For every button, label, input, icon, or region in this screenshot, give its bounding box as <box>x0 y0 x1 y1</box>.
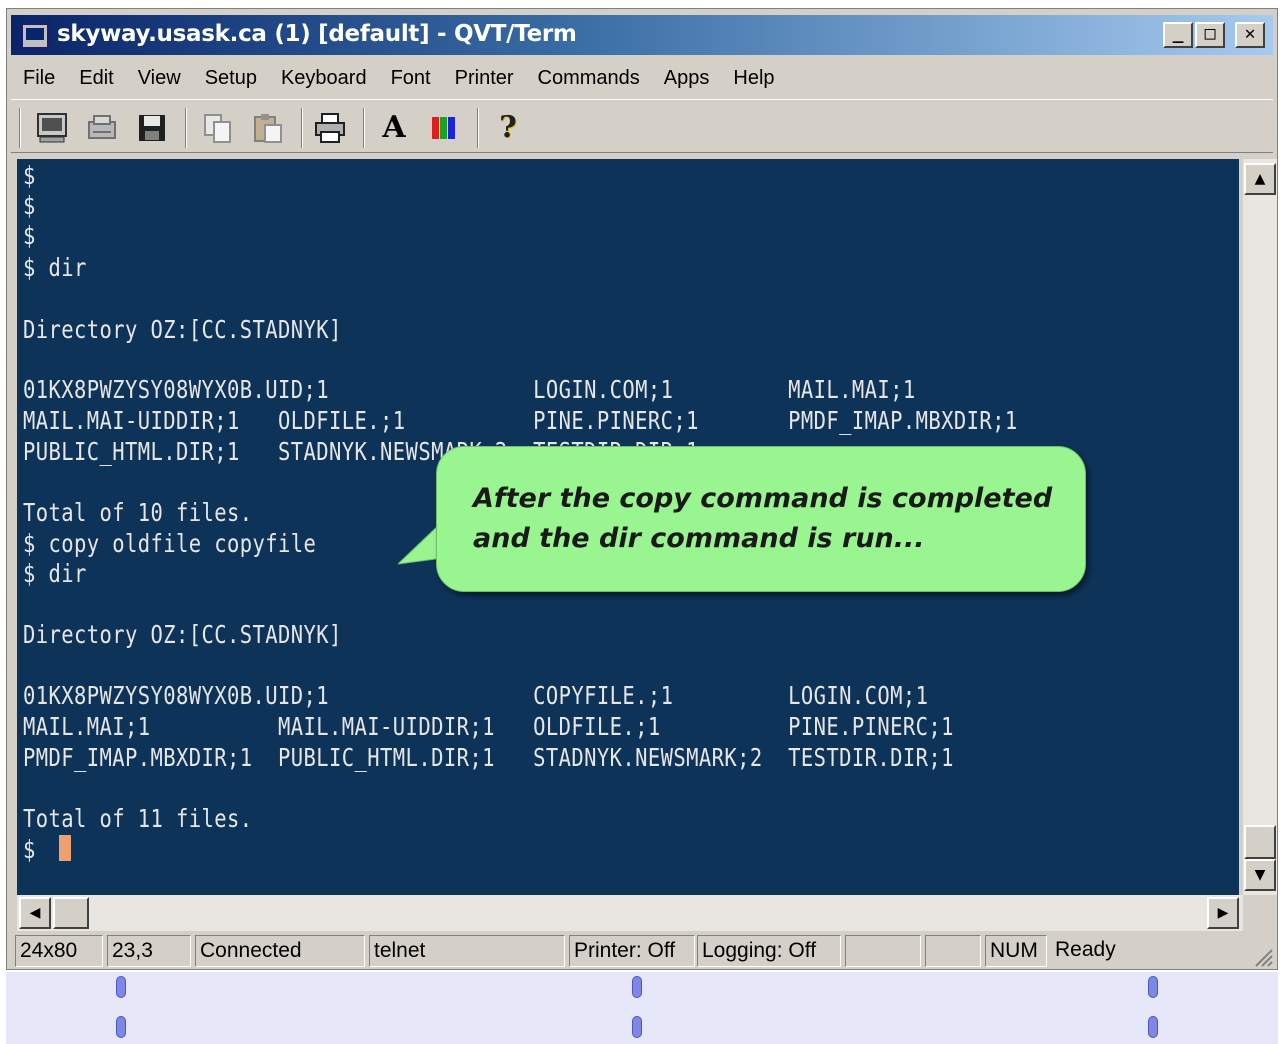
status-ready: Ready <box>1055 938 1116 961</box>
terminal-line: Directory OZ:[CC.STADNYK] <box>23 315 342 344</box>
terminal-icon[interactable] <box>35 112 69 144</box>
terminal-line: $ dir <box>23 559 87 588</box>
menu-edit[interactable]: Edit <box>79 67 113 90</box>
copy-icon[interactable] <box>201 112 235 144</box>
menu-setup[interactable]: Setup <box>205 67 257 90</box>
maximize-button[interactable]: □ <box>1195 22 1225 48</box>
minimize-button[interactable]: _ <box>1163 22 1193 48</box>
menu-file[interactable]: File <box>23 67 55 90</box>
status-num-lock: NUM <box>985 935 1047 967</box>
terminal-line: $ dir <box>23 253 87 282</box>
title-bar[interactable]: skyway.usask.ca (1) [default] - QVT/Term… <box>11 15 1273 55</box>
color-icon[interactable] <box>427 112 461 144</box>
menu-printer[interactable]: Printer <box>455 67 514 90</box>
ruler-marker <box>1148 976 1158 998</box>
horizontal-scrollbar[interactable]: ◀ ▶ <box>17 895 1243 931</box>
terminal-line: $ <box>23 835 36 864</box>
terminal-line: $ <box>23 161 36 190</box>
ruler-marker <box>632 1016 642 1038</box>
terminal-line: 01KX8PWZYSY08WYX0B.UID;1 LOGIN.COM;1 MAI… <box>23 375 916 404</box>
scroll-thumb[interactable] <box>1244 825 1276 859</box>
help-icon[interactable]: ? <box>491 112 525 144</box>
menu-font[interactable]: Font <box>391 67 431 90</box>
menu-keyboard[interactable]: Keyboard <box>281 67 367 90</box>
toolbar-separator <box>477 108 479 148</box>
bottom-background-strip <box>6 972 1278 1044</box>
paste-icon[interactable] <box>251 112 285 144</box>
ruler-marker <box>632 976 642 998</box>
callout-text-line-1: After the copy command is completed <box>473 483 1053 514</box>
menu-apps[interactable]: Apps <box>664 67 710 90</box>
scroll-up-button[interactable]: ▲ <box>1244 163 1276 195</box>
close-button[interactable]: ✕ <box>1235 22 1265 48</box>
terminal-line: $ copy oldfile copyfile <box>23 529 317 558</box>
ruler-marker <box>1148 1016 1158 1038</box>
scroll-left-button[interactable]: ◀ <box>19 897 51 929</box>
scroll-down-button[interactable]: ▼ <box>1244 859 1276 891</box>
window-title: skyway.usask.ca (1) [default] - QVT/Term <box>57 21 577 47</box>
menu-bar: File Edit View Setup Keyboard Font Print… <box>11 59 1273 97</box>
status-cursor-position: 23,3 <box>107 935 191 967</box>
print-icon[interactable] <box>313 112 347 144</box>
status-printer: Printer: Off <box>569 935 695 967</box>
status-logging: Logging: Off <box>697 935 841 967</box>
font-icon[interactable]: A <box>377 112 411 144</box>
toolbar-separator <box>185 108 187 148</box>
toolbar-separator <box>19 108 21 148</box>
menu-help[interactable]: Help <box>733 67 774 90</box>
status-bar: 24x80 23,3 Connected telnet Printer: Off… <box>11 933 1273 969</box>
terminal-line: 01KX8PWZYSY08WYX0B.UID;1 COPYFILE.;1 LOG… <box>23 681 929 710</box>
terminal-line: MAIL.MAI;1 MAIL.MAI-UIDDIR;1 OLDFILE.;1 … <box>23 712 954 741</box>
toolbar: A ? <box>11 99 1273 153</box>
status-empty-2 <box>925 935 981 967</box>
toolbar-separator <box>363 108 365 148</box>
menu-commands[interactable]: Commands <box>538 67 640 90</box>
terminal-app-icon[interactable] <box>21 23 49 49</box>
scroll-thumb-horizontal[interactable] <box>53 897 89 929</box>
terminal-line: $ <box>23 221 36 250</box>
terminal-line: Total of 11 files. <box>23 804 253 833</box>
callout-text-line-2: and the dir command is run... <box>473 523 925 554</box>
connect-icon[interactable] <box>85 112 119 144</box>
toolbar-separator <box>301 108 303 148</box>
status-empty-1 <box>845 935 921 967</box>
menu-view[interactable]: View <box>138 67 181 90</box>
annotation-callout: After the copy command is completed and … <box>436 446 1086 592</box>
ruler-marker <box>116 1016 126 1038</box>
scroll-right-button[interactable]: ▶ <box>1207 897 1239 929</box>
ruler-marker <box>116 976 126 998</box>
terminal-line: MAIL.MAI-UIDDIR;1 OLDFILE.;1 PINE.PINERC… <box>23 406 1018 435</box>
status-connection: Connected <box>195 935 365 967</box>
status-protocol: telnet <box>369 935 565 967</box>
terminal-line: PMDF_IMAP.MBXDIR;1 PUBLIC_HTML.DIR;1 STA… <box>23 743 954 772</box>
terminal-line: $ <box>23 191 36 220</box>
terminal-line: Total of 10 files. <box>23 498 253 527</box>
resize-grip-icon[interactable] <box>1253 947 1273 967</box>
vertical-scrollbar[interactable]: ▲ ▼ <box>1243 159 1277 895</box>
save-icon[interactable] <box>135 112 169 144</box>
terminal-cursor <box>59 835 71 861</box>
terminal-line: Directory OZ:[CC.STADNYK] <box>23 620 342 649</box>
status-size: 24x80 <box>15 935 103 967</box>
